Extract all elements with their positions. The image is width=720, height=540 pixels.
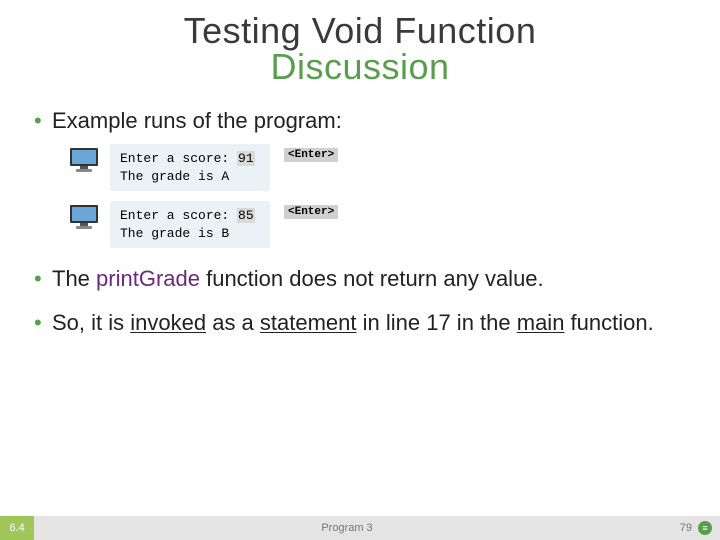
code-input: 91 (237, 151, 255, 166)
footer-page: 79 ≡ (660, 516, 720, 540)
page-number: 79 (680, 522, 692, 534)
bullet-invoked-statement: So, it is invoked as a statement in line… (34, 310, 686, 336)
bullet-no-return: The printGrade function does not return … (34, 266, 686, 292)
bullet-example-runs: Example runs of the program: (34, 108, 686, 134)
enter-key-tag: <Enter> (284, 205, 338, 219)
slide-footer: 6.4 Program 3 79 ≡ (0, 516, 720, 540)
code-result: The grade is A (120, 169, 229, 184)
fn-name: printGrade (96, 266, 200, 291)
code-prompt: Enter a score: (120, 151, 237, 166)
code-output-2: Enter a score: 85 The grade is B (110, 201, 270, 248)
enter-key-tag: <Enter> (284, 148, 338, 162)
monitor-icon (68, 203, 102, 236)
code-output-1: Enter a score: 91 The grade is A (110, 144, 270, 191)
code-result: The grade is B (120, 226, 229, 241)
monitor-icon (68, 146, 102, 179)
slide-title: Testing Void Function Discussion (0, 0, 720, 88)
code-input: 85 (237, 208, 255, 223)
slide: Testing Void Function Discussion Example… (0, 0, 720, 540)
slide-content: Example runs of the program: Enter a sco… (0, 88, 720, 336)
footer-section-number: 6.4 (0, 516, 34, 540)
title-line-2: Discussion (0, 46, 720, 88)
progress-icon: ≡ (698, 521, 712, 535)
footer-program-label: Program 3 (34, 516, 660, 540)
code-prompt: Enter a score: (120, 208, 237, 223)
example-run-1: Enter a score: 91 The grade is A <Enter> (68, 144, 686, 191)
example-run-2: Enter a score: 85 The grade is B <Enter> (68, 201, 686, 248)
